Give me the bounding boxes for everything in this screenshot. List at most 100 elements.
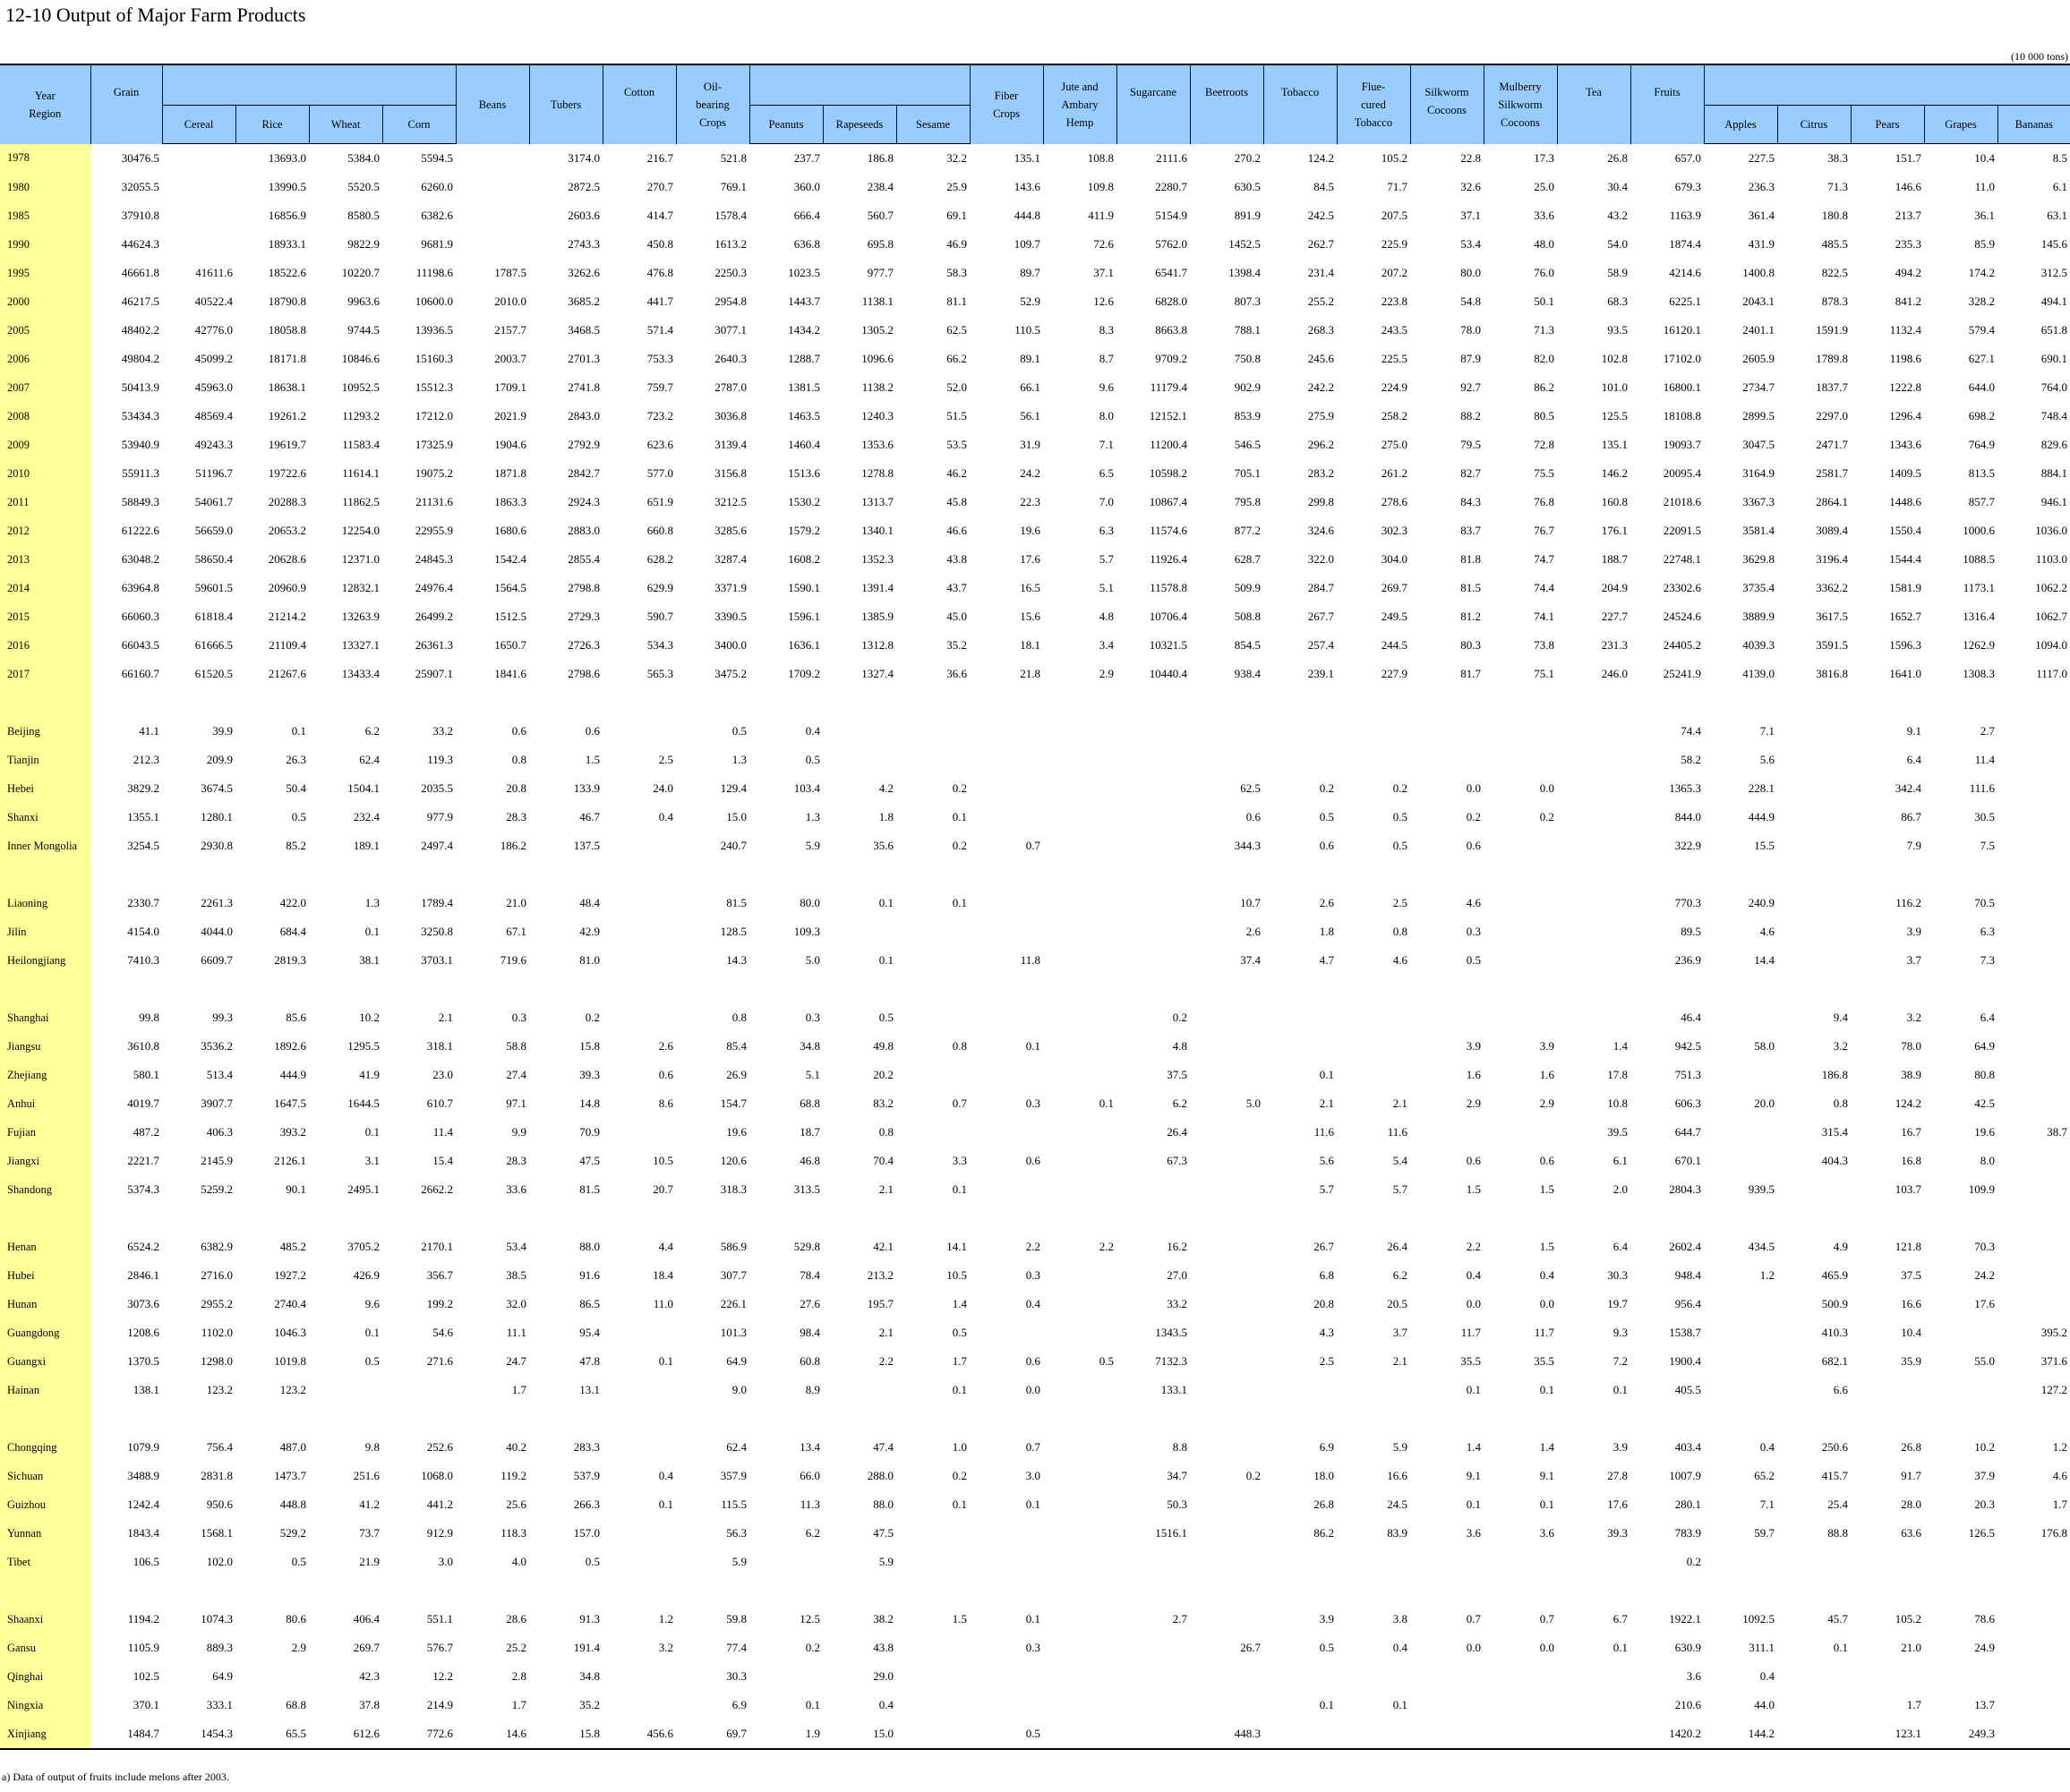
table-cell <box>1263 1548 1337 1576</box>
table-cell: 12.2 <box>432 1669 453 1683</box>
table-cell <box>603 1519 676 1548</box>
table-cell: 684.4 <box>279 925 306 938</box>
table-row: Hebei 3829.2 3674.5 50.4 1504.1 2035.5 20.8 133… <box>0 774 2070 803</box>
table-cell: 80.0 <box>800 896 820 909</box>
table-cell: 267.7 <box>1307 610 1334 623</box>
table-cell <box>603 946 676 975</box>
table-cell: 105.2 <box>1895 1612 1921 1626</box>
table-cell <box>1263 860 1337 889</box>
table-cell <box>1337 1204 1410 1233</box>
table-cell: 644.0 <box>1968 380 1995 394</box>
table-cell: 448.8 <box>279 1498 306 1511</box>
table-row: Yunnan 1843.4 1568.1 529.2 73.7 912.9 118.3 157… <box>0 1519 2070 1548</box>
table-cell: 43.2 <box>1607 209 1628 222</box>
table-cell: 977.9 <box>426 810 453 823</box>
row-label: Beijing <box>0 717 90 746</box>
header-cereal: Cereal <box>161 105 235 144</box>
table-cell: 11614.1 <box>342 466 380 480</box>
table-cell: 62.5 <box>946 323 967 337</box>
table-cell: 0.7 <box>1466 1612 1481 1626</box>
row-label: Chongqing <box>0 1433 90 1462</box>
table-cell: 6.8 <box>1319 1268 1334 1282</box>
table-cell <box>896 860 970 889</box>
table-cell: 1564.5 <box>494 581 526 594</box>
row-label: Inner Mongolia <box>0 832 90 860</box>
table-cell: 80.3 <box>1460 638 1481 652</box>
table-cell: 5520.5 <box>347 180 380 193</box>
table-cell: 612.6 <box>309 1719 382 1750</box>
table-cell: 224.9 <box>1381 380 1407 394</box>
table-cell: 5.0 <box>805 953 820 967</box>
table-cell: 0.6 <box>1466 1154 1481 1167</box>
table-cell <box>603 1576 676 1605</box>
header-tubers: Tubers <box>528 64 603 144</box>
table-cell: 770.3 <box>1674 896 1701 909</box>
table-cell: 6.4 <box>1612 1240 1628 1253</box>
table-cell: 227.7 <box>1601 610 1628 623</box>
table-cell: 8663.8 <box>1155 323 1187 337</box>
table-cell: 6225.1 <box>1669 294 1701 308</box>
table-cell: 318.3 <box>720 1182 747 1196</box>
table-cell: 6.7 <box>1612 1612 1628 1626</box>
table-cell: 20.7 <box>653 1182 673 1196</box>
table-cell <box>1704 1576 1777 1605</box>
table-cell: 3488.9 <box>127 1469 159 1482</box>
table-row: Jiangsu 3610.8 3536.2 1892.6 1295.5 318.1 58.8… <box>0 1032 2070 1061</box>
table-cell: 63.1 <box>2047 209 2067 222</box>
table-row: 1980 32055.5 13990.5 5520.5 6260.0 2872.5 270.… <box>0 173 2070 201</box>
table-cell: 2250.3 <box>714 266 747 279</box>
header-citrus: Citrus <box>1776 105 1851 144</box>
table-cell: 4.8 <box>1172 1039 1187 1053</box>
table-cell: 3254.5 <box>127 839 159 852</box>
table-cell: 58.3 <box>946 266 967 279</box>
table-cell: 5.6 <box>1759 753 1775 766</box>
table-cell: 72.6 <box>1093 237 1114 251</box>
table-row: Guizhou 1242.4 950.6 448.8 41.2 441.2 25.6 266.… <box>0 1490 2070 1519</box>
table-cell: 1.7 <box>1906 1698 1921 1711</box>
table-cell: 25907.1 <box>415 667 453 680</box>
table-cell: 2.6 <box>1245 925 1261 938</box>
table-cell: 487.0 <box>279 1440 306 1454</box>
table-row: Heilongjiang 7410.3 6609.7 2819.3 38.1 3703.1… <box>0 946 2070 975</box>
table-cell <box>749 975 823 1003</box>
table-cell: 1.8 <box>1319 925 1334 938</box>
table-cell: 3.6 <box>1539 1526 1554 1540</box>
table-cell: 13.7 <box>1974 1698 1995 1711</box>
table-cell: 59.8 <box>726 1612 747 1626</box>
row-label: Hainan <box>0 1376 90 1404</box>
table-cell: 370.1 <box>133 1698 159 1711</box>
table-cell: 102.8 <box>1601 352 1628 365</box>
table-cell: 3174.0 <box>568 150 600 165</box>
table-cell: 1400.8 <box>1742 266 1775 279</box>
row-label <box>0 1204 90 1233</box>
table-cell: 3536.2 <box>201 1039 233 1053</box>
table-cell: 85.2 <box>286 839 306 852</box>
table-cell <box>1704 1347 1777 1376</box>
table-cell: 0.1 <box>1466 1498 1481 1511</box>
table-cell <box>1263 1404 1337 1433</box>
table-cell: 3468.5 <box>568 323 600 337</box>
table-cell: 2.2 <box>1025 1240 1040 1253</box>
table-cell: 5.0 <box>1245 1097 1261 1110</box>
header-fruits: Fruits <box>1629 64 1704 144</box>
table-cell: 22748.1 <box>1663 552 1701 566</box>
table-cell: 6.1 <box>1612 1154 1628 1167</box>
table-cell <box>456 201 529 230</box>
table-cell: 406.4 <box>353 1612 380 1626</box>
table-cell <box>1557 1204 1630 1233</box>
table-cell: 1163.9 <box>1669 209 1701 222</box>
table-cell: 17.8 <box>1607 1068 1628 1081</box>
table-cell <box>1263 1032 1337 1061</box>
table-cell: 24.7 <box>506 1354 526 1368</box>
table-cell: 20628.6 <box>268 552 306 566</box>
table-row: 2015 66060.3 61818.4 21214.2 13263.9 26499.2 1… <box>0 602 2070 631</box>
table-cell: 448.3 <box>1190 1719 1263 1750</box>
table-cell <box>970 1118 1043 1147</box>
table-cell <box>1777 717 1851 746</box>
table-cell: 133.9 <box>573 781 600 795</box>
table-cell: 3400.0 <box>714 638 747 652</box>
footnote: a) Data of output of fruits include melo… <box>2 1771 229 1783</box>
table-cell: 1240.3 <box>861 409 894 422</box>
table-cell: 0.7 <box>1025 839 1040 852</box>
row-label <box>0 860 90 889</box>
